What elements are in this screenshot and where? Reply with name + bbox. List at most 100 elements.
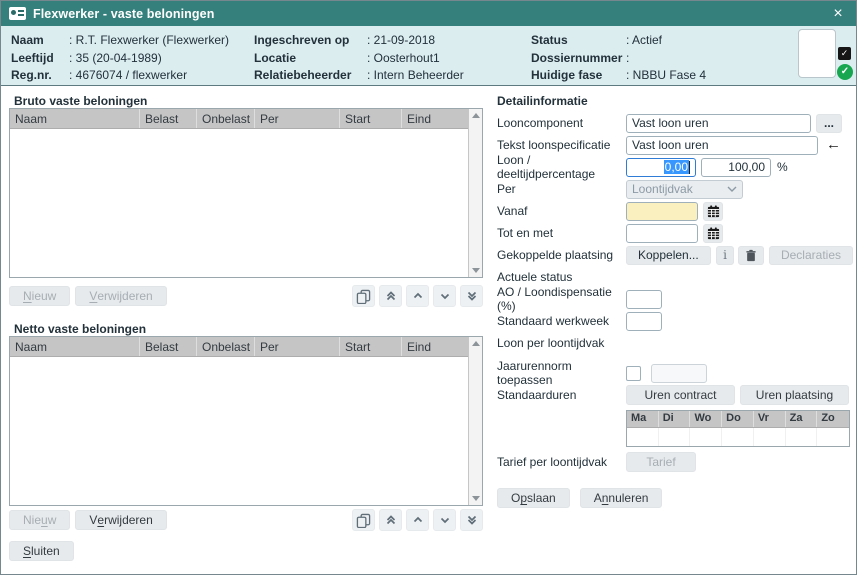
regnr-label: Reg.nr. [11,67,69,85]
per-row: Per Loontijdvak [497,178,853,200]
bruto-section-title: Bruto vaste beloningen [14,94,147,108]
per-select[interactable]: Loontijdvak [626,180,743,199]
day-header-wo: Wo [690,411,722,427]
copy-from-component-arrow-icon[interactable]: ← [826,138,841,152]
koppelen-button[interactable]: Koppelen... [626,246,711,265]
ao-loondispensatie-field[interactable] [626,290,662,309]
loon-deeltijdpercentage-label: Loon / deeltijdpercentage [497,153,626,181]
standaard-werkweek-row: Standaard werkweek [497,310,853,332]
days-values-row[interactable] [627,428,849,446]
relatiebeheerder-value: : Intern Beheerder [367,67,464,85]
uren-plaatsing-button[interactable]: Uren plaatsing [740,385,849,405]
loon-per-loontijdvak-row: Loon per loontijdvak [497,332,853,354]
copy-icon[interactable] [352,285,375,307]
netto-nieuw-button[interactable]: Nieuw [9,510,70,530]
column-header-per[interactable]: Per [255,109,340,128]
leeftijd-value: : 35 (20-04-1989) [69,50,162,68]
move-top-icon[interactable] [379,509,402,531]
move-bottom-icon[interactable] [460,509,483,531]
info-icon[interactable]: i [716,246,735,265]
scroll-up-icon[interactable] [472,341,480,346]
opslaan-button[interactable]: Opslaan [497,488,570,508]
jaarurennorm-label: Jaarurennorm toepassen [497,359,626,387]
day-header-di: Di [659,411,691,427]
scroll-down-icon[interactable] [472,268,480,273]
days-header: Ma Di Wo Do Vr Za Zo [627,411,849,428]
deeltijdpercentage-field[interactable]: 100,00 [701,158,771,177]
standaard-werkweek-field[interactable] [626,312,662,331]
netto-table-scrollbar[interactable] [468,337,482,505]
column-header-belast[interactable]: Belast [140,337,197,356]
gekoppelde-plaatsing-label: Gekoppelde plaatsing [497,248,626,262]
vanaf-field[interactable] [626,202,698,221]
close-icon[interactable]: × [828,6,848,22]
huidige-fase-value: : NBBU Fase 4 [626,67,706,85]
calendar-icon[interactable] [703,224,723,243]
scroll-up-icon[interactable] [472,113,480,118]
copy-icon[interactable] [352,509,375,531]
checked-checkbox-icon[interactable]: ✓ [838,47,851,60]
move-down-icon[interactable] [433,285,456,307]
day-value-vr[interactable] [754,428,786,446]
day-value-za[interactable] [786,428,818,446]
bruto-nieuw-button[interactable]: Nieuw [9,286,70,306]
bruto-table-scrollbar[interactable] [468,109,482,277]
move-top-icon[interactable] [379,285,402,307]
dossiernummer-value: : [626,50,629,68]
bruto-table[interactable]: Naam Belast Onbelast Per Start Eind [9,108,483,278]
tarief-button[interactable]: Tarief [626,452,696,472]
column-header-eind[interactable]: Eind [402,337,468,356]
annuleren-button[interactable]: Annuleren [580,488,663,508]
move-down-icon[interactable] [433,509,456,531]
netto-section-title: Netto vaste beloningen [14,322,146,336]
looncomponent-browse-button[interactable]: ... [816,114,842,133]
day-value-do[interactable] [722,428,754,446]
netto-table-rows[interactable] [10,357,468,505]
dossiernummer-label: Dossiernummer [531,50,626,68]
day-value-wo[interactable] [690,428,722,446]
column-header-naam[interactable]: Naam [10,109,140,128]
tekst-loonspecificatie-field[interactable]: Vast loon uren [626,136,818,155]
column-header-start[interactable]: Start [340,109,402,128]
declaraties-button[interactable]: Declaraties [769,246,853,265]
uren-contract-button[interactable]: Uren contract [626,385,735,405]
tot-en-met-row: Tot en met [497,222,853,244]
gekoppelde-plaatsing-row: Gekoppelde plaatsing Koppelen... i Decla… [497,244,853,266]
jaarurennorm-field[interactable] [651,364,707,383]
bruto-table-header: Naam Belast Onbelast Per Start Eind [10,109,468,129]
calendar-icon[interactable] [703,202,723,221]
trash-icon[interactable] [738,246,763,265]
column-header-naam[interactable]: Naam [10,337,140,356]
bruto-table-rows[interactable] [10,129,468,277]
standaarduren-days-table[interactable]: Ma Di Wo Do Vr Za Zo [626,410,850,447]
column-header-onbelast[interactable]: Onbelast [197,109,255,128]
move-up-icon[interactable] [406,285,429,307]
netto-verwijderen-button[interactable]: Verwijderen [75,510,166,530]
ao-loondispensatie-row: AO / Loondispensatie (%) [497,288,853,310]
netto-table[interactable]: Naam Belast Onbelast Per Start Eind [9,336,483,506]
sluiten-button[interactable]: Sluiten [9,541,74,561]
dialog-body: Bruto vaste beloningen Naam Belast Onbel… [1,86,856,573]
looncomponent-field[interactable]: Vast loon uren [626,114,811,133]
bruto-verwijderen-button[interactable]: Verwijderen [75,286,166,306]
day-value-zo[interactable] [817,428,849,446]
day-header-vr: Vr [754,411,786,427]
loon-field[interactable]: 0,00 [626,158,696,177]
scroll-down-icon[interactable] [472,496,480,501]
day-header-zo: Zo [817,411,849,427]
day-value-di[interactable] [659,428,691,446]
day-value-ma[interactable] [627,428,659,446]
move-bottom-icon[interactable] [460,285,483,307]
column-header-start[interactable]: Start [340,337,402,356]
standaarduren-row: Standaarduren Uren contract Uren plaatsi… [497,384,853,406]
person-card-icon [9,7,26,20]
move-up-icon[interactable] [406,509,429,531]
window-title: Flexwerker - vaste beloningen [33,7,828,21]
column-header-eind[interactable]: Eind [402,109,468,128]
column-header-per[interactable]: Per [255,337,340,356]
tot-en-met-field[interactable] [626,224,698,243]
title-bar: Flexwerker - vaste beloningen × [1,1,856,26]
column-header-belast[interactable]: Belast [140,109,197,128]
jaarurennorm-checkbox[interactable] [626,366,641,381]
column-header-onbelast[interactable]: Onbelast [197,337,255,356]
